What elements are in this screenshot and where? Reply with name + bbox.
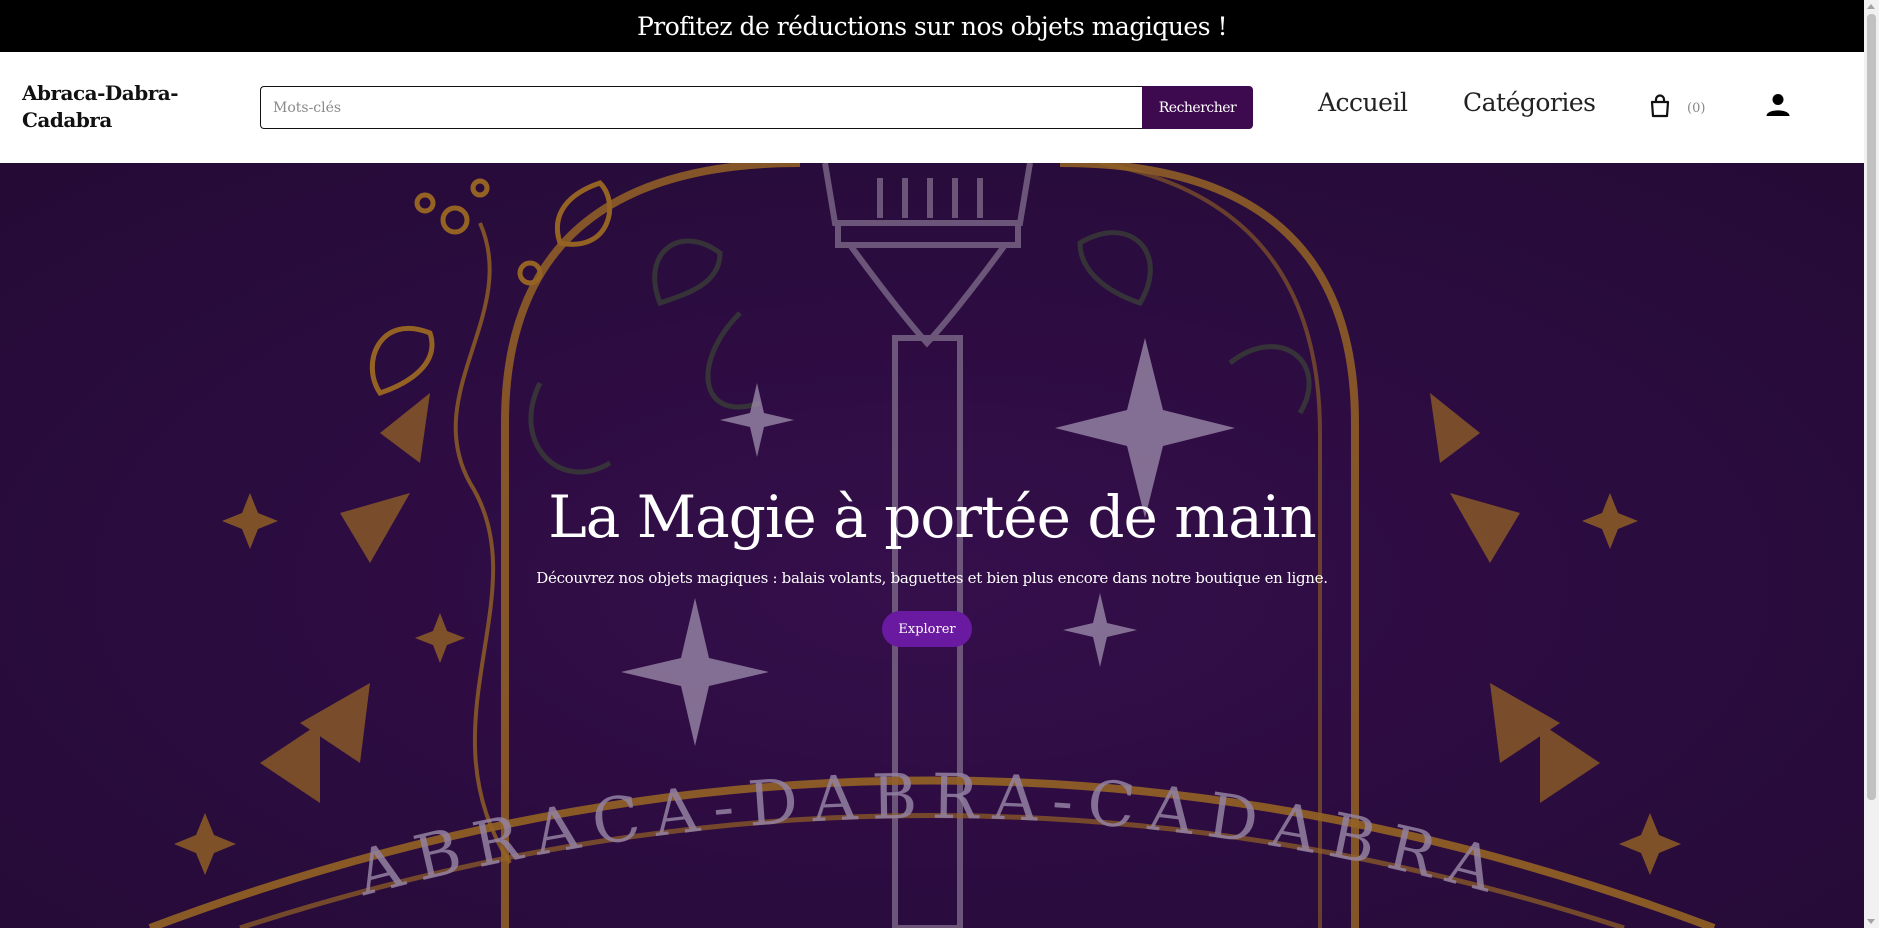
promo-text: Profitez de réductions sur nos objets ma… [636, 11, 1228, 41]
site-logo[interactable]: Abraca-Dabra-Cadabra [22, 80, 192, 134]
scrollbar-thumb[interactable] [1867, 14, 1876, 800]
scroll-down-arrow-icon[interactable] [1867, 919, 1875, 924]
search-input[interactable] [260, 86, 1142, 129]
cart-button[interactable]: (0) [1649, 94, 1705, 122]
explore-button[interactable]: Explorer [882, 611, 972, 647]
site-header: Abraca-Dabra-Cadabra Rechercher Accueil … [0, 52, 1864, 163]
nav-home-link[interactable]: Accueil [1318, 88, 1408, 117]
hero-title: La Magie à portée de main [548, 483, 1317, 551]
cart-count: (0) [1687, 100, 1706, 116]
user-icon[interactable] [1765, 92, 1791, 122]
shopping-bag-icon [1649, 94, 1671, 122]
hero-section: ABRACA-DABRA-CADABRA La Magie à portée d… [0, 163, 1864, 928]
nav-categories-link[interactable]: Catégories [1463, 88, 1596, 117]
scroll-up-arrow-icon[interactable] [1867, 4, 1875, 9]
promo-banner: Profitez de réductions sur nos objets ma… [0, 0, 1864, 52]
hero-subtitle: Découvrez nos objets magiques : balais v… [536, 569, 1328, 587]
search-button[interactable]: Rechercher [1142, 86, 1253, 129]
page-scrollbar[interactable] [1864, 0, 1879, 928]
